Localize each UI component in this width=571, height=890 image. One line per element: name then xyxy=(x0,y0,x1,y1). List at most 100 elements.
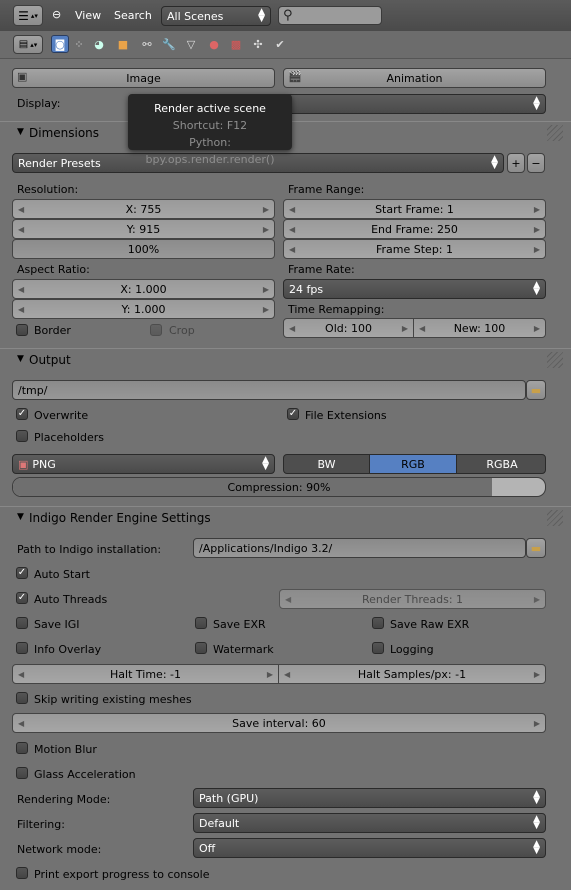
time-remap-new-field[interactable]: ◀ New: 100 ▶ xyxy=(413,318,546,338)
render-camera-icon[interactable]: ◙ xyxy=(51,35,69,53)
collapse-menu-icon[interactable]: ⊖ xyxy=(52,8,61,21)
material-sphere-icon[interactable]: ● xyxy=(205,35,223,53)
arrow-left-icon[interactable]: ◀ xyxy=(285,595,291,604)
logging-checkbox[interactable] xyxy=(372,642,384,654)
output-path-input[interactable]: /tmp/ xyxy=(12,380,526,400)
resolution-percentage-slider[interactable]: 100% xyxy=(12,239,275,259)
drag-grip-icon[interactable] xyxy=(547,352,563,368)
arrow-right-icon[interactable]: ▶ xyxy=(534,324,540,333)
arrow-left-icon[interactable]: ◀ xyxy=(284,670,290,679)
arrow-right-icon[interactable]: ▶ xyxy=(534,595,540,604)
print-progress-checkbox[interactable] xyxy=(16,867,28,879)
arrow-right-icon[interactable]: ▶ xyxy=(263,225,269,234)
placeholders-checkbox[interactable] xyxy=(16,430,28,442)
menu-view[interactable]: View xyxy=(75,9,101,22)
arrow-right-icon[interactable]: ▶ xyxy=(402,324,408,333)
info-overlay-checkbox[interactable] xyxy=(16,642,28,654)
arrow-right-icon[interactable]: ▶ xyxy=(534,719,540,728)
particles-icon[interactable]: ✣ xyxy=(249,35,267,53)
render-layers-icon[interactable]: ⁘ xyxy=(70,35,88,53)
border-checkbox[interactable] xyxy=(16,324,28,336)
halt-time-field[interactable]: ◀ Halt Time: -1 ▶ xyxy=(12,664,279,684)
arrow-left-icon[interactable]: ◀ xyxy=(18,205,24,214)
color-mode-bw[interactable]: BW xyxy=(284,455,370,473)
render-animation-button[interactable]: 🎬 Animation xyxy=(283,68,546,88)
arrow-right-icon[interactable]: ▶ xyxy=(534,245,540,254)
arrow-left-icon[interactable]: ◀ xyxy=(18,670,24,679)
arrow-left-icon[interactable]: ◀ xyxy=(18,225,24,234)
arrow-right-icon[interactable]: ▶ xyxy=(534,205,540,214)
resolution-y-field[interactable]: ◀ Y: 915 ▶ xyxy=(12,219,275,239)
arrow-right-icon[interactable]: ▶ xyxy=(263,305,269,314)
arrow-left-icon[interactable]: ◀ xyxy=(419,324,425,333)
arrow-right-icon[interactable]: ▶ xyxy=(534,670,540,679)
auto-threads-checkbox[interactable]: ✓ xyxy=(16,592,28,604)
glass-acceleration-checkbox[interactable] xyxy=(16,767,28,779)
render-threads-field[interactable]: ◀ Render Threads: 1 ▶ xyxy=(279,589,546,609)
browse-folder-button[interactable]: ▬ xyxy=(526,380,546,400)
arrow-right-icon[interactable]: ▶ xyxy=(263,285,269,294)
arrow-right-icon[interactable]: ▶ xyxy=(534,225,540,234)
frame-rate-dropdown[interactable]: 24 fps ▲ ▼ xyxy=(283,279,546,299)
save-interval-field[interactable]: ◀ Save interval: 60 ▶ xyxy=(12,713,546,733)
add-preset-button[interactable]: + xyxy=(507,153,525,173)
arrow-left-icon[interactable]: ◀ xyxy=(18,719,24,728)
menu-search[interactable]: Search xyxy=(114,9,152,22)
arrow-left-icon[interactable]: ◀ xyxy=(289,205,295,214)
arrow-left-icon[interactable]: ◀ xyxy=(289,225,295,234)
network-mode-dropdown[interactable]: Off ▲ ▼ xyxy=(193,838,546,858)
object-cube-icon[interactable]: ■ xyxy=(114,35,132,53)
overwrite-checkbox[interactable]: ✓ xyxy=(16,408,28,420)
aspect-x-field[interactable]: ◀ X: 1.000 ▶ xyxy=(12,279,275,299)
modifier-wrench-icon[interactable]: 🔧 xyxy=(160,35,178,53)
arrow-left-icon[interactable]: ◀ xyxy=(18,305,24,314)
arrow-right-icon[interactable]: ▶ xyxy=(263,205,269,214)
compression-slider[interactable]: Compression: 90% xyxy=(12,477,546,497)
drag-grip-icon[interactable] xyxy=(547,125,563,141)
constraints-link-icon[interactable]: ⚯ xyxy=(138,35,156,53)
crop-checkbox[interactable] xyxy=(150,324,162,336)
resolution-x-value: X: 755 xyxy=(125,202,162,216)
browse-indigo-button[interactable]: ▬ xyxy=(526,538,546,558)
save-raw-exr-checkbox[interactable] xyxy=(372,617,384,629)
arrow-right-icon[interactable]: ▶ xyxy=(267,670,273,679)
time-remap-old-field[interactable]: ◀ Old: 100 ▶ xyxy=(283,318,414,338)
properties-icon: ▤ xyxy=(18,39,29,50)
arrow-left-icon[interactable]: ◀ xyxy=(289,245,295,254)
indigo-path-input[interactable]: /Applications/Indigo 3.2/ xyxy=(193,538,526,558)
output-panel-header[interactable]: ▼ Output xyxy=(0,348,571,372)
resolution-x-field[interactable]: ◀ X: 755 ▶ xyxy=(12,199,275,219)
properties-editor-menu[interactable]: ▤ ▴▾ xyxy=(13,35,43,54)
color-mode-rgba[interactable]: RGBA xyxy=(457,455,545,473)
scene-icon[interactable]: ◕ xyxy=(90,35,108,53)
panel-title: Indigo Render Engine Settings xyxy=(29,511,211,525)
search-input[interactable]: ⚲ xyxy=(278,6,382,25)
arrow-left-icon[interactable]: ◀ xyxy=(289,324,295,333)
skip-meshes-checkbox[interactable] xyxy=(16,692,28,704)
editor-type-menu[interactable]: ☰ ▴▾ xyxy=(13,5,43,26)
color-mode-rgb[interactable]: RGB xyxy=(370,455,457,473)
auto-start-checkbox[interactable]: ✓ xyxy=(16,567,28,579)
remove-preset-button[interactable]: − xyxy=(527,153,545,173)
indigo-panel-header[interactable]: ▼ Indigo Render Engine Settings xyxy=(0,506,571,530)
object-data-icon[interactable]: ▽ xyxy=(182,35,200,53)
drag-grip-icon[interactable] xyxy=(547,510,563,526)
arrow-left-icon[interactable]: ◀ xyxy=(18,285,24,294)
motion-blur-checkbox[interactable] xyxy=(16,742,28,754)
physics-icon[interactable]: ✔ xyxy=(271,35,289,53)
scene-selector[interactable]: All Scenes ▲ ▼ xyxy=(161,6,271,26)
file-extensions-checkbox[interactable]: ✓ xyxy=(287,408,299,420)
render-image-button[interactable]: ▣ Image xyxy=(12,68,275,88)
save-exr-checkbox[interactable] xyxy=(195,617,207,629)
filtering-dropdown[interactable]: Default ▲ ▼ xyxy=(193,813,546,833)
file-format-dropdown[interactable]: ▣ PNG ▲ ▼ xyxy=(12,454,275,474)
aspect-y-field[interactable]: ◀ Y: 1.000 ▶ xyxy=(12,299,275,319)
texture-checker-icon[interactable]: ▩ xyxy=(227,35,245,53)
rendering-mode-dropdown[interactable]: Path (GPU) ▲ ▼ xyxy=(193,788,546,808)
frame-step-field[interactable]: ◀ Frame Step: 1 ▶ xyxy=(283,239,546,259)
end-frame-field[interactable]: ◀ End Frame: 250 ▶ xyxy=(283,219,546,239)
halt-samples-field[interactable]: ◀ Halt Samples/px: -1 ▶ xyxy=(278,664,546,684)
watermark-checkbox[interactable] xyxy=(195,642,207,654)
save-igi-checkbox[interactable] xyxy=(16,617,28,629)
start-frame-field[interactable]: ◀ Start Frame: 1 ▶ xyxy=(283,199,546,219)
